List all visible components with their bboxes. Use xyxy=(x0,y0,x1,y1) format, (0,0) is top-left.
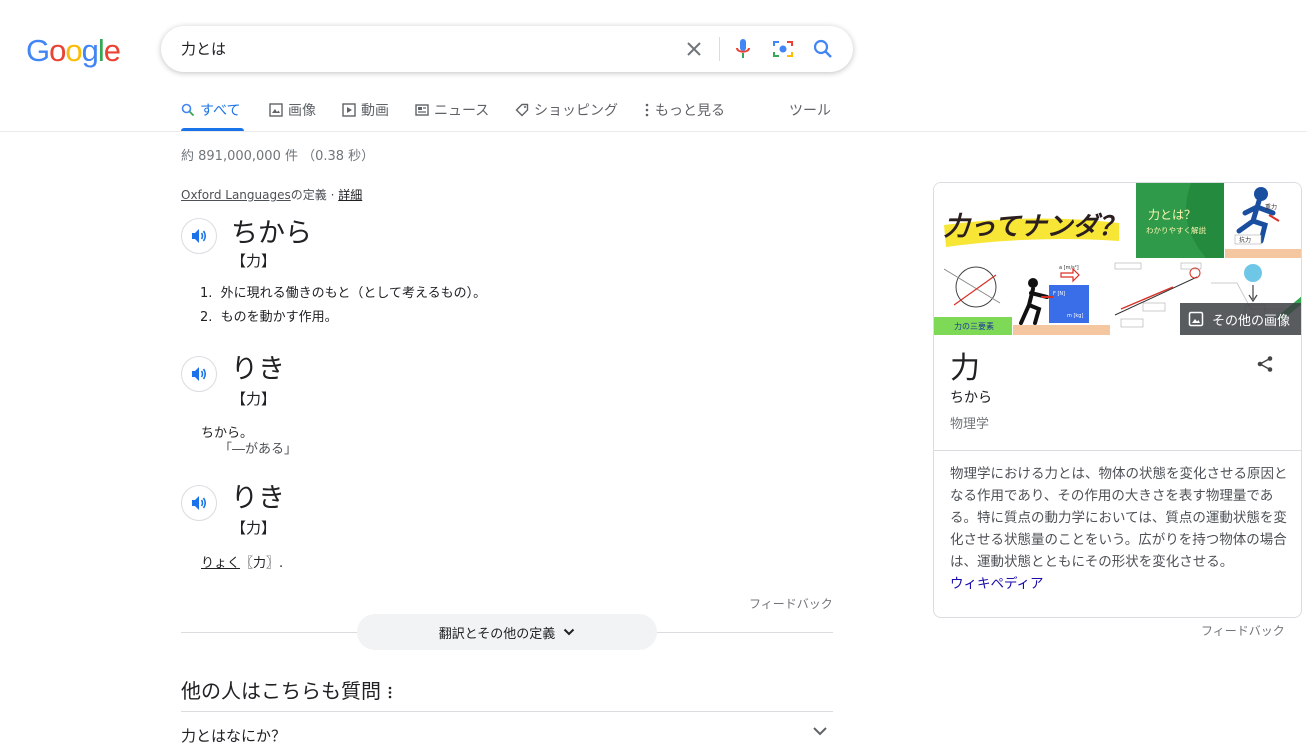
image-icon xyxy=(269,103,283,117)
knowledge-image[interactable]: a [m/s²] F [N] m [kg] xyxy=(1013,259,1110,335)
logo-letter: o xyxy=(65,33,82,68)
image-caption: F [N] xyxy=(1053,291,1065,297)
source-suffix: の定義 xyxy=(290,188,327,202)
search-icon xyxy=(181,103,195,117)
tab-label: ニュース xyxy=(434,103,490,119)
tools-button[interactable]: ツール xyxy=(789,100,831,120)
microphone-icon[interactable] xyxy=(731,37,755,61)
image-caption: m [kg] xyxy=(1067,313,1083,319)
logo-letter: o xyxy=(49,33,66,68)
tab-images[interactable]: 画像 xyxy=(269,100,316,132)
panel-feedback-link[interactable]: フィードバック xyxy=(1201,622,1285,639)
google-logo[interactable]: Google xyxy=(26,33,121,69)
cross-reference: りょく〖力〗. xyxy=(201,552,283,571)
people-also-ask-title: 他の人はこちらも質問 xyxy=(181,675,393,704)
entry-kanji: 【力】 xyxy=(231,252,277,270)
knowledge-image[interactable]: 力の三要素 xyxy=(934,259,1012,335)
more-vert-icon[interactable] xyxy=(387,685,393,699)
definition-item: 1. 外に現れる働きのもと（として考えるもの）。 xyxy=(200,286,487,301)
chevron-down-icon[interactable] xyxy=(812,726,828,736)
cross-reference-link[interactable]: りょく xyxy=(201,556,240,571)
definition-text: 外に現れる働きのもと（として考えるもの）。 xyxy=(220,286,487,301)
image-caption: 力の三要素 xyxy=(954,321,994,331)
tab-news[interactable]: ニュース xyxy=(415,100,489,132)
logo-letter: G xyxy=(26,33,50,68)
share-icon[interactable] xyxy=(1256,355,1274,373)
image-caption: 抗力 xyxy=(1239,236,1251,244)
entry-word: りき xyxy=(231,483,285,514)
pronunciation-button[interactable] xyxy=(181,218,217,254)
knowledge-image[interactable]: 抗力 重力 xyxy=(1225,183,1301,258)
panel-reading: ちから xyxy=(950,390,992,406)
definition-item: 2. ものを動かす作用。 xyxy=(200,310,338,325)
paa-divider xyxy=(181,711,833,712)
separator: · xyxy=(326,188,339,202)
image-caption: a [m/s²] xyxy=(1059,265,1079,271)
paa-question[interactable]: 力とはなにか？ xyxy=(181,725,286,746)
oxford-languages-link[interactable]: Oxford Languages xyxy=(181,188,291,202)
tab-label: 画像 xyxy=(288,103,316,119)
more-images-label: その他の画像 xyxy=(1212,313,1291,329)
clear-icon[interactable] xyxy=(682,37,706,61)
knowledge-panel: 力ってナンダ？ 力とは？ わかりやすく解説 抗力 重力 力の三要素 a [m/s… xyxy=(933,182,1302,618)
logo-letter: e xyxy=(103,33,121,68)
pronunciation-button[interactable] xyxy=(181,356,217,392)
more-vert-icon xyxy=(645,103,649,117)
panel-title: 力 xyxy=(950,351,980,386)
search-input[interactable]: 力とは xyxy=(181,38,226,59)
panel-divider xyxy=(934,450,1301,451)
knowledge-image[interactable]: 力とは？ わかりやすく解説 xyxy=(1136,183,1224,258)
tag-icon xyxy=(515,103,529,117)
more-definitions-button[interactable]: 翻訳とその他の定義 xyxy=(357,614,657,650)
panel-description: 物理学における力とは、物体の状態を変化させる原因となる作用であり、その作用の大き… xyxy=(950,463,1295,595)
tab-label: 動画 xyxy=(361,103,389,119)
camera-lens-icon[interactable] xyxy=(771,37,795,61)
image-caption: 力ってナンダ？ xyxy=(944,212,1125,242)
details-link[interactable]: 詳細 xyxy=(338,188,362,202)
entry-kanji: 【力】 xyxy=(231,390,277,408)
paa-title-text: 他の人はこちらも質問 xyxy=(181,679,381,703)
tab-label: もっと見る xyxy=(655,103,725,119)
definition-list: 1. 外に現れる働きのもと（として考えるもの）。 2. ものを動かす作用。 xyxy=(200,282,486,330)
pronunciation-button[interactable] xyxy=(181,485,217,521)
header-divider xyxy=(0,131,1307,132)
image-caption: わかりやすく解説 xyxy=(1146,225,1206,235)
description-text: 物理学における力とは、物体の状態を変化させる原因となる作用であり、その作用の大き… xyxy=(950,466,1288,570)
dictionary-source: Oxford Languagesの定義 · 詳細 xyxy=(181,186,362,203)
speaker-icon xyxy=(192,496,207,510)
tab-videos[interactable]: 動画 xyxy=(342,100,389,132)
knowledge-image[interactable]: 力ってナンダ？ xyxy=(934,183,1135,258)
image-caption: 重力 xyxy=(1265,203,1277,211)
logo-letter: g xyxy=(81,33,99,68)
panel-category: 物理学 xyxy=(950,417,990,432)
tab-label: ショッピング xyxy=(534,103,618,119)
speaker-icon xyxy=(192,229,207,243)
wikipedia-link[interactable]: ウィキペディア xyxy=(950,576,1044,592)
tab-label: すべて xyxy=(200,103,241,119)
image-caption: 力とは？ xyxy=(1148,208,1196,222)
more-definitions-label: 翻訳とその他の定義 xyxy=(438,626,556,642)
news-icon xyxy=(415,104,429,116)
tab-shopping[interactable]: ショッピング xyxy=(515,100,618,132)
video-icon xyxy=(342,103,356,117)
more-images-button[interactable]: その他の画像 xyxy=(1180,303,1301,335)
example-text: 「―がある」 xyxy=(219,442,298,457)
entry-word: ちから xyxy=(231,218,312,249)
result-stats: 約 891,000,000 件 （0.38 秒） xyxy=(181,149,375,164)
image-icon xyxy=(1188,311,1204,327)
search-box[interactable]: 力とは xyxy=(161,26,853,72)
search-icon[interactable] xyxy=(811,37,835,61)
search-divider xyxy=(719,37,720,61)
feedback-link[interactable]: フィードバック xyxy=(749,595,833,612)
chevron-down-icon xyxy=(564,628,575,636)
cross-reference-tail: 〖力〗. xyxy=(240,556,284,571)
speaker-icon xyxy=(192,367,207,381)
entry-kanji: 【力】 xyxy=(231,519,277,537)
tab-more[interactable]: もっと見る xyxy=(644,100,725,132)
entry-word: りき xyxy=(231,354,285,385)
definition-text: ものを動かす作用。 xyxy=(220,310,338,325)
